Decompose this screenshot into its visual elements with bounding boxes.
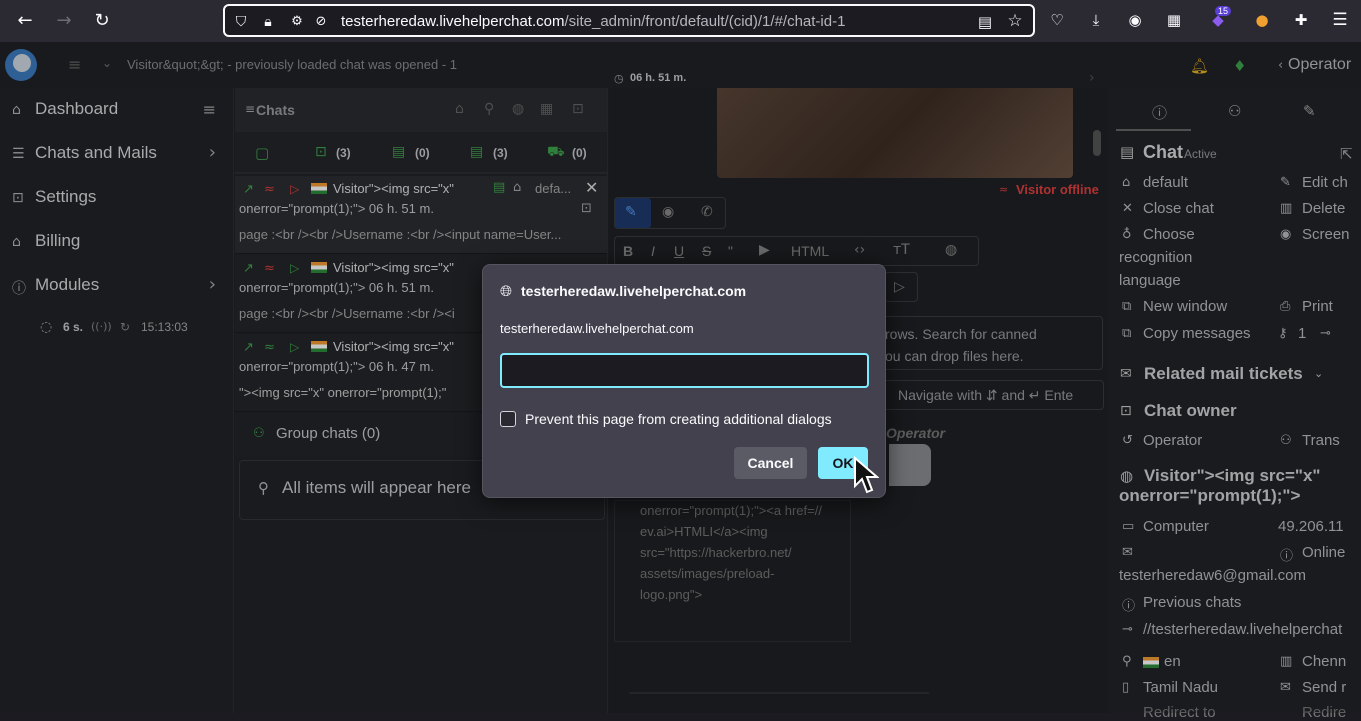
globe-icon: 🌐︎ [500,282,513,300]
bookmark-star-icon[interactable]: ☆ [1005,11,1025,31]
download-icon[interactable]: ⤓ [1086,10,1106,30]
dialog-title: testerheredaw.livehelperchat.com [521,283,747,299]
reload-icon[interactable]: ↻ [90,9,114,33]
cookie-extension-icon[interactable]: ● [1252,10,1272,30]
shield-icon[interactable]: ⛉ [231,12,251,32]
back-icon[interactable]: ← [13,9,37,33]
account-icon[interactable]: ◉ [1125,10,1145,30]
lock-icon[interactable]: 🔒︎ [258,12,278,32]
pocket-icon[interactable]: ♡ [1047,10,1067,30]
prevent-dialogs-checkbox[interactable] [500,411,516,427]
extension-badge: 15 [1215,6,1232,16]
browser-toolbar: ← → ↻ ⛉ 🔒︎ ⚙ ⊘ testerheredaw.livehelperc… [0,0,1361,42]
mouse-cursor-icon [854,456,879,494]
extensions-puzzle-icon[interactable]: ✚ [1291,10,1311,30]
cancel-button[interactable]: Cancel [734,447,807,479]
prompt-dialog: 🌐︎ testerheredaw.livehelperchat.com test… [482,264,886,498]
url-text[interactable]: testerheredaw.livehelperchat.com/site_ad… [341,13,845,30]
prevent-dialogs-label[interactable]: Prevent this page from creating addition… [525,411,832,427]
reader-view-icon[interactable]: ▤ [975,12,995,32]
tracking-icon[interactable]: ⊘ [311,12,331,32]
menu-icon[interactable]: ☰ [1330,10,1350,30]
prompt-input[interactable] [500,353,869,388]
url-bar[interactable]: ⛉ 🔒︎ ⚙ ⊘ testerheredaw.livehelperchat.co… [223,4,1035,37]
dialog-message: testerheredaw.livehelperchat.com [500,321,694,336]
extension-grid-icon[interactable]: ▦ [1164,10,1184,30]
forward-icon[interactable]: → [52,9,76,33]
permissions-icon[interactable]: ⚙ [287,12,307,32]
